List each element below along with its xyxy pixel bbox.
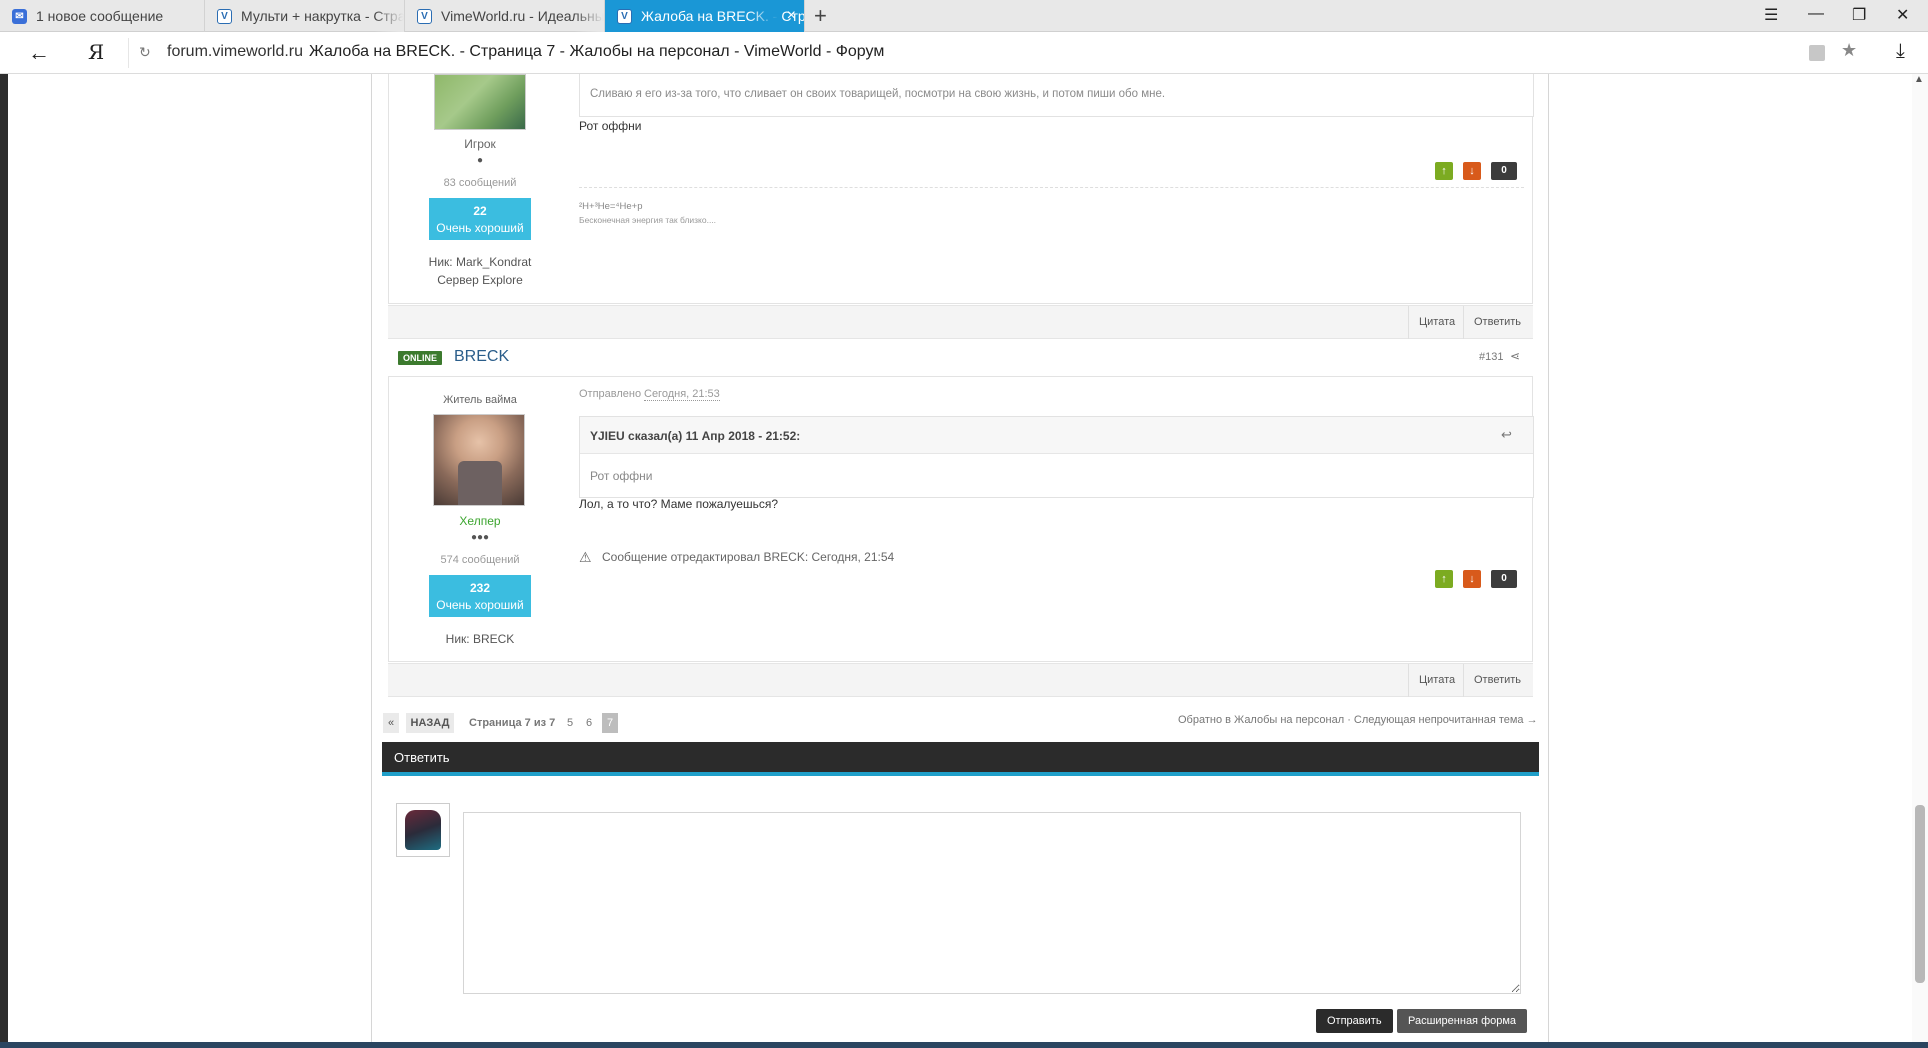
avatar — [434, 74, 526, 130]
user-rank: Хелпер — [459, 514, 501, 528]
browser-tab[interactable]: ✉ 1 новое сообщение — [0, 0, 205, 32]
post-actions: Цитата Ответить — [388, 305, 1533, 339]
scroll-up-icon[interactable]: ▲ — [1914, 74, 1924, 85]
post-body: Рот оффни — [579, 119, 642, 133]
content-border-right — [1548, 74, 1549, 1042]
share-icon[interactable]: ⋖ — [1510, 349, 1520, 363]
url-field[interactable]: ↻ forum.vimeworld.ru Жалоба на BRECK. - … — [128, 38, 1857, 68]
user-title: Житель вайма — [443, 394, 517, 406]
post-count: 574 сообщений — [440, 554, 520, 566]
browser-tabbar: ✉ 1 новое сообщение V Мульти + накрутка … — [0, 0, 1928, 32]
close-window-icon[interactable]: ✕ — [1896, 5, 1909, 25]
desktop-edge — [0, 74, 8, 1042]
back-to-forum-link[interactable]: Обратно в Жалобы на персонал · Следующая… — [1178, 714, 1538, 726]
signature-divider — [579, 187, 1524, 188]
reply-header: Ответить — [382, 742, 1539, 776]
first-page-button[interactable]: « — [383, 713, 399, 733]
quote-text: Рот оффни — [590, 469, 653, 483]
reply-textarea[interactable] — [463, 812, 1521, 994]
download-icon[interactable]: ⤓ — [1896, 40, 1905, 63]
scrollbar-thumb[interactable] — [1915, 805, 1925, 983]
rank-pips: ● — [476, 155, 484, 166]
reputation-badge: 22 Очень хороший — [429, 198, 531, 240]
send-button[interactable]: Отправить — [1316, 1009, 1393, 1033]
edited-note: Сообщение отредактировал BRECK: Сегодня,… — [602, 550, 895, 564]
quote-button[interactable]: Цитата — [1408, 664, 1465, 697]
url-page-title[interactable]: Жалоба на BRECK. - Страница 7 - Жалобы н… — [309, 43, 884, 61]
minimize-icon[interactable]: — — [1808, 5, 1824, 23]
reload-icon[interactable]: ↻ — [139, 44, 151, 61]
signature-text: Бесконечная энергия так близко.... — [579, 215, 717, 225]
vimeworld-icon: V — [217, 8, 232, 24]
quote-block: Сливаю я его из-за того, что сливает он … — [579, 74, 1534, 117]
page-link[interactable]: 6 — [586, 717, 592, 729]
address-bar: ← Я ↻ forum.vimeworld.ru Жалоба на BRECK… — [0, 32, 1928, 74]
taskbar — [0, 1042, 1928, 1048]
vote-down-button[interactable]: ↓ — [1463, 162, 1481, 180]
browser-tab-active[interactable]: V Жалоба на BRECK. - Стра × — [605, 0, 805, 32]
sent-date: Сегодня, 21:53 — [644, 388, 720, 401]
yandex-logo-icon[interactable]: Я — [88, 40, 104, 64]
menu-icon[interactable]: ☰ — [1764, 5, 1778, 25]
avatar — [396, 803, 450, 857]
forum-post: Отправлено Сегодня, 21:53 YJIEU сказал(а… — [388, 376, 1534, 662]
quote-text: Сливаю я его из-за того, что сливает он … — [590, 88, 1166, 100]
vimeworld-icon: V — [617, 8, 632, 24]
quote-jump-icon[interactable]: ↩ — [1501, 427, 1512, 443]
quote-button[interactable]: Цитата — [1408, 306, 1465, 339]
current-page: 7 — [602, 713, 618, 733]
forum-post: Сливаю я его из-за того, что сливает он … — [388, 74, 1534, 304]
close-tab-icon[interactable]: × — [787, 7, 796, 25]
restore-icon[interactable]: ❐ — [1852, 5, 1866, 25]
protect-icon[interactable] — [1809, 45, 1825, 61]
user-nick: Ник: BRECK — [445, 632, 515, 646]
vote-up-button[interactable]: ↑ — [1435, 162, 1453, 180]
reply-button[interactable]: Ответить — [1463, 664, 1531, 697]
advanced-form-button[interactable]: Расширенная форма — [1397, 1009, 1528, 1033]
vimeworld-icon: V — [417, 8, 432, 24]
sent-label: Отправлено — [579, 388, 642, 400]
user-nick: Ник: Mark_Kondrat — [428, 255, 532, 269]
signature-formula: ²H+³He=⁴He+p — [579, 201, 643, 212]
mail-icon: ✉ — [12, 8, 27, 24]
rank-pips: ●●● — [470, 532, 490, 543]
rep-count: 0 — [1491, 570, 1517, 588]
reply-button[interactable]: Ответить — [1463, 306, 1531, 339]
vote-down-button[interactable]: ↓ — [1463, 570, 1481, 588]
new-tab-button[interactable]: + — [814, 3, 827, 29]
back-arrow-icon[interactable]: ← — [28, 40, 50, 66]
prev-page-button[interactable]: НАЗАД — [406, 713, 454, 733]
browser-tab[interactable]: V VimeWorld.ru - Идеальные — [405, 0, 605, 32]
warning-icon: ⚠ — [579, 549, 592, 565]
page-info: Страница 7 из 7 — [469, 717, 556, 729]
quote-block: YJIEU сказал(а) 11 Апр 2018 - 21:52: ↩ Р… — [579, 416, 1534, 498]
browser-tab[interactable]: V Мульти + накрутка - Стран — [205, 0, 405, 32]
avatar[interactable] — [433, 414, 525, 506]
page-link[interactable]: 5 — [567, 717, 573, 729]
online-badge: ONLINE — [398, 351, 443, 365]
post-number[interactable]: #131 — [1479, 351, 1503, 363]
vote-up-button[interactable]: ↑ — [1435, 570, 1453, 588]
post-author[interactable]: BRECK — [454, 348, 509, 366]
url-domain[interactable]: forum.vimeworld.ru — [167, 43, 303, 61]
user-rank: Игрок — [464, 137, 496, 151]
post-body: Лол, а то что? Маме пожалуешься? — [579, 497, 779, 511]
rep-count: 0 — [1491, 162, 1517, 180]
post-count: 83 сообщений — [443, 177, 517, 189]
post-actions: Цитата Ответить — [388, 663, 1533, 697]
quote-header: YJIEU сказал(а) 11 Апр 2018 - 21:52: — [590, 429, 801, 443]
bookmark-star-icon[interactable]: ★ — [1841, 40, 1857, 61]
reputation-badge: 232 Очень хороший — [429, 575, 531, 617]
content-border-left — [371, 74, 372, 1042]
reply-title: Ответить — [394, 750, 450, 765]
user-server: Сервер Explore — [437, 273, 523, 287]
